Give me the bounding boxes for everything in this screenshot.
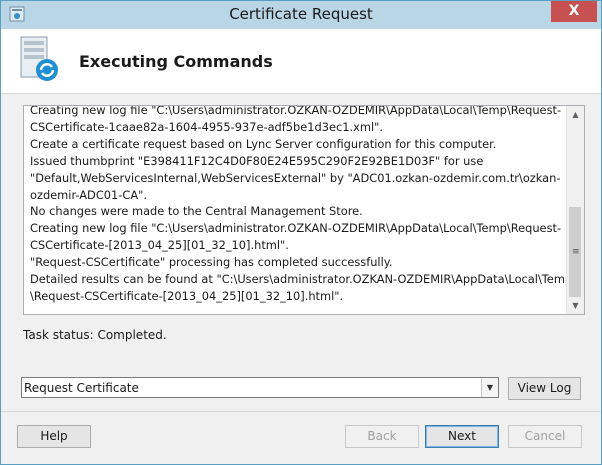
log-text: Creating new log file "C:\Users\administ… [30, 105, 573, 305]
back-button[interactable]: Back [345, 425, 419, 448]
command-output-log[interactable]: Creating new log file "C:\Users\administ… [23, 105, 585, 315]
page-header: Executing Commands [1, 29, 601, 94]
log-line: Issued thumbprint "E398411F12C4D0F80E24E… [30, 153, 484, 168]
window-title: Certificate Request [229, 5, 373, 23]
log-line: "Request-CSCertificate" processing has c… [30, 255, 393, 270]
certificate-request-window: Certificate Request X Executing Commands… [0, 0, 602, 465]
log-line: No changes were made to the Central Mana… [30, 204, 363, 219]
log-line: CSCertificate-[2013_04_25][01_32_10].htm… [30, 238, 289, 253]
help-button[interactable]: Help [17, 425, 91, 448]
log-line: "Default,WebServicesInternal,WebServices… [30, 170, 561, 185]
task-select-value: Request Certificate [24, 381, 139, 395]
log-line: Detailed results can be found at "C:\Use… [30, 272, 573, 287]
cancel-button[interactable]: Cancel [508, 425, 582, 448]
log-line: ozdemir-ADC01-CA". [30, 187, 147, 202]
log-line: Creating new log file "C:\Users\administ… [30, 221, 562, 236]
log-line: Create a certificate request based on Ly… [30, 136, 497, 151]
log-line: \Request-CSCertificate-[2013_04_25][01_3… [30, 288, 344, 303]
log-line: CSCertificate-1caae82a-1604-4955-937e-ad… [30, 119, 384, 134]
divider [1, 411, 601, 412]
task-select[interactable]: Request Certificate ▼ [21, 377, 499, 398]
task-status: Task status: Completed. [23, 328, 167, 342]
log-scrollbar[interactable]: ▲ ≡ ▼ [566, 106, 584, 314]
scrollbar-thumb[interactable]: ≡ [569, 207, 581, 297]
view-log-button[interactable]: View Log [508, 377, 581, 400]
page-title: Executing Commands [79, 52, 273, 71]
next-button[interactable]: Next [425, 425, 499, 448]
dropdown-arrow-icon[interactable]: ▼ [481, 378, 498, 397]
close-button[interactable]: X [551, 1, 597, 22]
title-bar[interactable]: Certificate Request X [1, 1, 601, 29]
chevron-down-icon[interactable]: ▼ [567, 297, 584, 314]
log-line: Creating new log file "C:\Users\administ… [30, 105, 562, 117]
server-refresh-icon [20, 36, 58, 81]
chevron-up-icon[interactable]: ▲ [567, 106, 584, 123]
